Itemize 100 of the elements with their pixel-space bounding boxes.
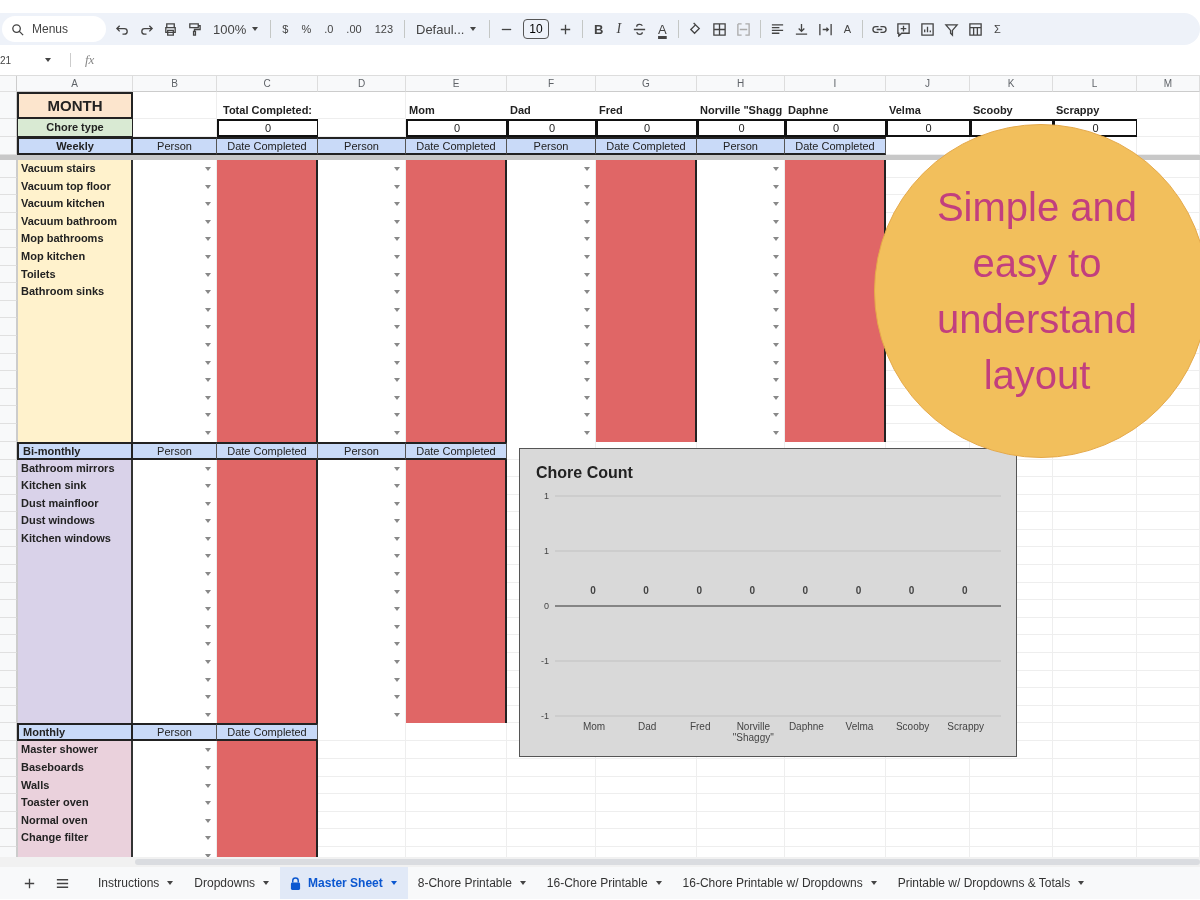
row-header-cell[interactable] (0, 477, 17, 495)
row-header-cell[interactable] (0, 547, 17, 566)
row-header-cell[interactable] (0, 160, 17, 178)
number-format-button[interactable]: 123 (372, 23, 395, 35)
chart-icon[interactable] (920, 21, 936, 37)
italic-button[interactable]: I (614, 21, 624, 37)
sheet-tab[interactable]: Master Sheet (280, 867, 408, 899)
font-dropdown[interactable]: Defaul... (414, 21, 480, 37)
fill-color-icon[interactable] (687, 21, 703, 37)
table-icon[interactable] (968, 21, 984, 37)
row-header-cell[interactable] (0, 600, 17, 618)
person-total-cell: 0 (697, 119, 785, 137)
chore-cell: Change filter (17, 829, 133, 847)
row-header-cell[interactable] (0, 688, 17, 706)
increase-decimals-button[interactable]: .00 (344, 23, 364, 35)
data-label: 0 (643, 585, 649, 596)
bold-button[interactable]: B (592, 21, 606, 37)
decrease-decimals-button[interactable]: .0 (322, 23, 336, 35)
column-header[interactable]: I (785, 76, 886, 92)
zoom-dropdown[interactable]: 100% (211, 21, 262, 37)
sheet-tab[interactable]: Printable w/ Dropdowns & Totals (887, 867, 1096, 899)
text-wrap-icon[interactable] (817, 21, 833, 37)
filter-icon[interactable] (944, 21, 960, 37)
total-cell: 0 (217, 119, 318, 137)
person-name: Mom (408, 103, 436, 118)
font-size-field[interactable]: 10 (523, 19, 549, 39)
promo-text: Simple and easy to understand layout (935, 184, 1139, 399)
text-rotation-button[interactable]: A (841, 23, 854, 35)
print-icon[interactable] (163, 21, 178, 37)
name-box[interactable]: 21 (0, 54, 44, 66)
column-header[interactable]: E (406, 76, 507, 92)
data-label: 0 (802, 585, 809, 596)
row-header-cell[interactable] (0, 512, 17, 530)
empty-cell (1137, 119, 1200, 137)
column-header[interactable]: G (596, 76, 697, 92)
merge-icon[interactable] (735, 21, 751, 37)
row-header-cell[interactable] (0, 137, 17, 155)
category-label: Mom (581, 721, 607, 732)
person-name: Scooby (972, 103, 1014, 118)
person-name: Norville "Shagg (699, 103, 784, 118)
data-label: 0 (908, 585, 915, 596)
borders-icon[interactable] (711, 21, 727, 37)
chore-cell: Vacuum stairs (17, 160, 133, 178)
caret-icon[interactable] (44, 56, 52, 64)
row-header-cell[interactable] (0, 283, 17, 301)
caret-icon (583, 165, 591, 173)
caret-icon (869, 879, 878, 887)
column-header[interactable]: B (133, 76, 217, 92)
currency-button[interactable]: $ (280, 23, 291, 35)
column-header[interactable]: A (17, 76, 133, 92)
search-icon (10, 22, 25, 37)
percent-button[interactable]: % (299, 23, 314, 35)
row-header-cell[interactable] (0, 230, 17, 248)
row-header-cell[interactable] (0, 406, 17, 424)
vertical-align-icon[interactable] (793, 21, 809, 37)
row-header-cell[interactable] (0, 829, 17, 847)
axis-tick-label: 0 (544, 601, 549, 611)
paint-format-icon[interactable] (187, 21, 202, 37)
column-header[interactable]: L (1053, 76, 1137, 92)
scrollbar[interactable] (0, 857, 1200, 867)
person-name: Scrappy (1055, 103, 1101, 118)
chore-cell: Vacuum kitchen (17, 195, 133, 213)
section-header-cell: Weekly (17, 137, 133, 155)
column-header[interactable]: K (970, 76, 1053, 92)
row-header-cell[interactable] (0, 794, 17, 812)
column-heading-cell: Person (318, 137, 406, 155)
functions-button[interactable]: Σ (992, 23, 1003, 35)
sheet-tab[interactable]: 16-Chore Printable (536, 867, 673, 899)
column-header[interactable]: J (886, 76, 970, 92)
corner-cell[interactable] (0, 76, 17, 92)
row-header-cell[interactable] (0, 759, 17, 777)
comment-icon[interactable] (896, 21, 912, 37)
row-header-cell[interactable] (0, 741, 17, 759)
row-header-cell[interactable] (0, 635, 17, 654)
column-header[interactable]: C (217, 76, 318, 92)
row-header-cell[interactable] (0, 318, 17, 336)
column-heading-cell: Person (507, 137, 596, 155)
row-header-cell[interactable] (0, 92, 17, 119)
text-color-button[interactable]: A (656, 21, 669, 37)
row-header-cell[interactable] (0, 723, 17, 742)
align-left-icon[interactable] (769, 21, 785, 37)
row-header-cell[interactable] (0, 195, 17, 213)
column-header[interactable]: F (507, 76, 596, 92)
row-header-cell[interactable] (0, 653, 17, 671)
category-label: Scrappy (946, 721, 986, 732)
search-field[interactable]: Menus (2, 16, 106, 42)
sheet-tab[interactable]: Dropdowns (184, 867, 281, 899)
column-header[interactable]: D (318, 76, 406, 92)
strikethrough-icon[interactable] (632, 21, 648, 37)
sheet-tab[interactable]: 16-Chore Printable w/ Dropdowns (672, 867, 888, 899)
row-header-cell[interactable] (0, 371, 17, 389)
chore-type-cell: Chore type (17, 119, 133, 137)
sheet-tab[interactable]: 8-Chore Printable (407, 867, 537, 899)
axis-tick-label: -1 (541, 656, 549, 666)
row-header-cell[interactable] (0, 565, 17, 583)
caret-icon (204, 764, 212, 772)
row-header-cell[interactable] (0, 119, 17, 137)
column-header[interactable]: M (1137, 76, 1200, 92)
sheet-tab[interactable]: Instructions (88, 867, 185, 899)
column-header[interactable]: H (697, 76, 785, 92)
